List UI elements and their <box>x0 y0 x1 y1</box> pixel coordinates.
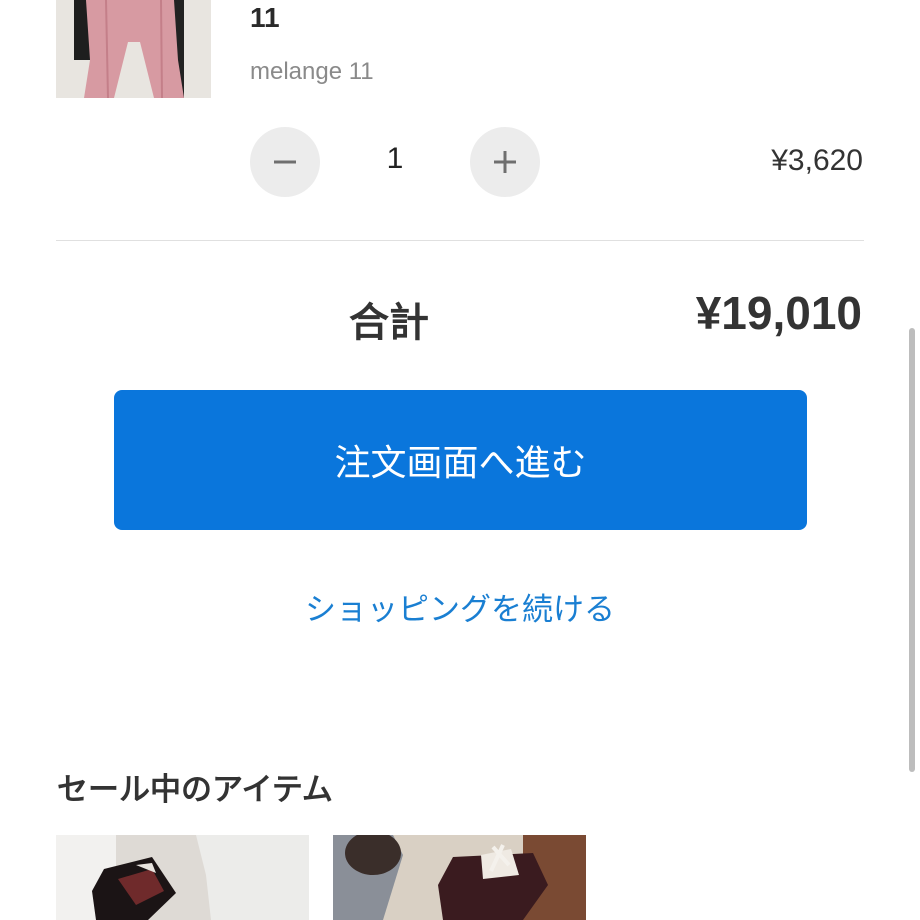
sale-item-image <box>56 835 309 920</box>
minus-icon <box>274 160 296 164</box>
quantity-decrease-button[interactable] <box>250 127 320 197</box>
sale-section-title: セール中のアイテム <box>57 772 333 808</box>
total-label: 合計 <box>349 300 429 346</box>
plus-icon <box>494 151 516 173</box>
product-name: 11 <box>250 2 280 33</box>
quantity-value: 1 <box>386 142 404 175</box>
scrollbar[interactable] <box>909 328 915 772</box>
product-thumbnail[interactable] <box>56 0 211 98</box>
sale-item-image <box>333 835 586 920</box>
continue-shopping-link[interactable]: ショッピングを続ける <box>0 584 920 629</box>
sale-item-card[interactable] <box>333 835 586 920</box>
total-value: ¥19,010 <box>695 287 862 339</box>
divider <box>56 240 864 241</box>
checkout-button[interactable]: 注文画面へ進む <box>114 390 807 530</box>
product-variant: melange 11 <box>250 58 374 85</box>
sale-item-card[interactable] <box>56 835 309 920</box>
item-price: ¥3,620 <box>771 144 863 177</box>
quantity-increase-button[interactable] <box>470 127 540 197</box>
